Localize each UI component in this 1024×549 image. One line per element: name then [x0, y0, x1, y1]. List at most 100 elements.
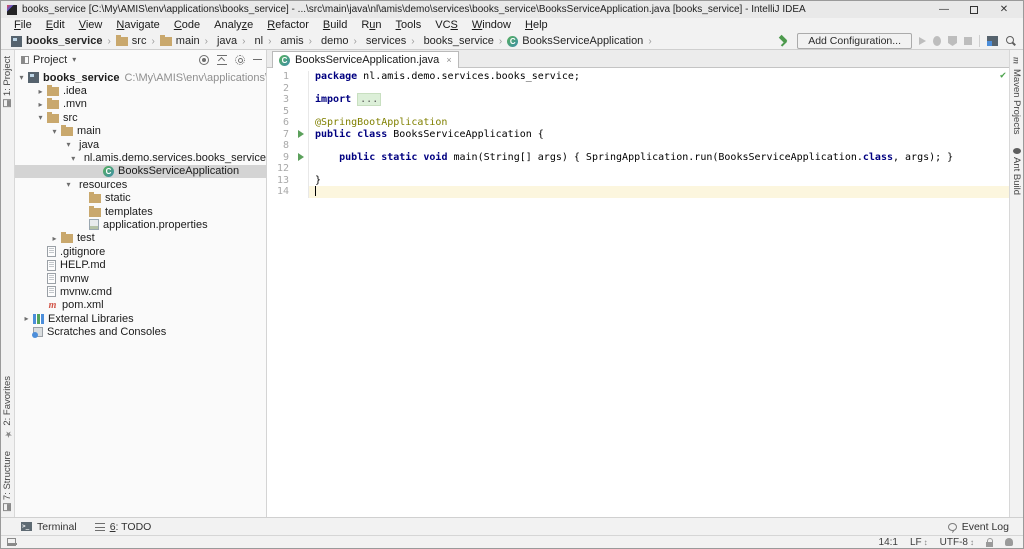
search-everywhere-icon[interactable]	[1005, 35, 1017, 47]
menu-item-navigate[interactable]: Navigate	[109, 18, 166, 33]
folded-code[interactable]: ...	[357, 93, 381, 106]
event-log-button[interactable]: Event Log	[948, 521, 1023, 533]
close-tab-icon[interactable]: ×	[444, 55, 451, 65]
tree-item-main[interactable]: ▾main	[15, 125, 266, 138]
build-hammer-icon[interactable]	[778, 35, 790, 47]
inspection-ok-icon[interactable]: ✔	[1000, 70, 1006, 81]
hide-panel-icon[interactable]	[253, 59, 262, 61]
chevron-down-icon[interactable]: ▾	[48, 127, 61, 136]
tree-item-nl-amis-demo-services-books-service[interactable]: ▾nl.amis.demo.services.books_service	[15, 151, 266, 164]
tree-item-java[interactable]: ▾java	[15, 138, 266, 151]
breadcrumb-java[interactable]: java	[211, 35, 239, 47]
minimize-button[interactable]: —	[929, 2, 959, 18]
tab-title: BooksServiceApplication.java	[295, 54, 439, 66]
settings-gear-icon[interactable]	[235, 55, 245, 65]
run-with-coverage-icon[interactable]	[948, 36, 957, 46]
menu-item-help[interactable]: Help	[518, 18, 555, 33]
tree-item-mvn[interactable]: ▸.mvn	[15, 98, 266, 111]
tree-item-templates[interactable]: templates	[15, 205, 266, 218]
run-gutter[interactable]	[293, 152, 309, 164]
gutter	[293, 186, 309, 198]
tree-item-mvnw[interactable]: mvnw	[15, 272, 266, 285]
toolwindow-button-maven-projects[interactable]: Maven Projects	[1011, 50, 1022, 140]
toolwindow-button-1-project[interactable]: 1: Project	[2, 50, 13, 113]
chevron-down-icon[interactable]: ▾	[62, 180, 75, 189]
tree-item-help-md[interactable]: HELP.md	[15, 258, 266, 271]
tree-item-scratches-and-consoles[interactable]: Scratches and Consoles	[15, 325, 266, 338]
tree-item-pom-xml[interactable]: pom.xml	[15, 299, 266, 312]
breadcrumb-src[interactable]: src	[114, 35, 149, 47]
breadcrumb-books-service[interactable]: books_service	[418, 35, 496, 47]
breadcrumb-services[interactable]: services	[360, 35, 408, 47]
breadcrumb-nl[interactable]: nl	[249, 35, 266, 47]
locate-file-icon[interactable]	[199, 55, 209, 65]
toolwindow-button-ant-build[interactable]: Ant Build	[1011, 140, 1022, 201]
tree-item-test[interactable]: ▸test	[15, 232, 266, 245]
breadcrumb-main[interactable]: main	[158, 35, 202, 47]
run-icon[interactable]	[919, 37, 926, 45]
menu-item-run[interactable]: Run	[354, 18, 388, 33]
breadcrumb-booksserviceapplication[interactable]: BooksServiceApplication	[505, 35, 645, 47]
code-editor[interactable]: ✔ 1package nl.amis.demo.services.books_s…	[267, 68, 1009, 517]
toolwindow-button-terminal[interactable]: Terminal	[21, 521, 77, 533]
menu-item-window[interactable]: Window	[465, 18, 518, 33]
tree-item-src[interactable]: ▾src	[15, 111, 266, 124]
menu-item-code[interactable]: Code	[167, 18, 207, 33]
menu-item-view[interactable]: View	[72, 18, 110, 33]
code-line-6: 6@SpringBootApplication	[267, 117, 1009, 129]
add-configuration-button[interactable]: Add Configuration...	[797, 33, 912, 49]
menu-item-tools[interactable]: Tools	[389, 18, 429, 33]
tree-item-mvnw-cmd[interactable]: mvnw.cmd	[15, 285, 266, 298]
tree-item-application-properties[interactable]: application.properties	[15, 218, 266, 231]
tree-item-label: books_service	[43, 72, 119, 84]
menu-item-file[interactable]: File	[7, 18, 39, 33]
menu-item-vcs[interactable]: VCS	[428, 18, 465, 33]
breadcrumb-label: demo	[321, 35, 349, 47]
tree-item-external-libraries[interactable]: ▸External Libraries	[15, 312, 266, 325]
run-gutter[interactable]	[293, 129, 309, 141]
debug-icon[interactable]	[933, 36, 941, 46]
breadcrumb-demo[interactable]: demo	[315, 35, 351, 47]
tree-item-gitignore[interactable]: .gitignore	[15, 245, 266, 258]
chevron-right-icon[interactable]: ▸	[20, 314, 33, 323]
toolwindow-button-7-structure[interactable]: 7: Structure	[2, 445, 13, 517]
tree-item-books-service[interactable]: ▾books_serviceC:\My\AMIS\env\application…	[15, 71, 266, 84]
project-structure-icon[interactable]	[987, 36, 998, 46]
stop-icon[interactable]	[964, 37, 972, 45]
breadcrumb-amis[interactable]: amis	[274, 35, 305, 47]
menu-item-refactor[interactable]: Refactor	[260, 18, 316, 33]
breadcrumb-books-service[interactable]: books_service	[9, 35, 104, 47]
tree-item-idea[interactable]: ▸.idea	[15, 84, 266, 97]
hector-inspections-icon[interactable]	[1005, 538, 1013, 546]
toolwindow-button-6-todo[interactable]: 6: TODO	[95, 521, 152, 533]
line-separator-selector[interactable]: LF ↕	[910, 537, 928, 548]
chevron-right-icon[interactable]: ▸	[48, 234, 61, 243]
project-panel-title[interactable]: Project	[33, 54, 67, 66]
chevron-right-icon[interactable]: ▸	[34, 100, 47, 109]
maximize-button[interactable]	[959, 2, 989, 18]
tab-booksserviceapplication-java[interactable]: BooksServiceApplication.java ×	[272, 51, 459, 68]
chevron-down-icon[interactable]: ▾	[69, 55, 76, 64]
tree-item-static[interactable]: static	[15, 192, 266, 205]
folder-icon	[160, 37, 172, 46]
tree-item-resources[interactable]: ▾resources	[15, 178, 266, 191]
lock-icon[interactable]	[986, 542, 993, 547]
menu-item-edit[interactable]: Edit	[39, 18, 72, 33]
chevron-down-icon[interactable]: ▾	[62, 140, 75, 149]
close-button[interactable]: ✕	[989, 2, 1019, 18]
toolwindow-button-2-favorites[interactable]: 2: Favorites	[2, 370, 13, 445]
caret-position[interactable]: 14:1	[879, 537, 898, 548]
code-text: public class BooksServiceApplication {	[309, 129, 1009, 141]
collapse-all-icon[interactable]	[217, 55, 227, 65]
menu-item-build[interactable]: Build	[316, 18, 354, 33]
menu-item-analyze[interactable]: Analyze	[207, 18, 260, 33]
chevron-right-icon[interactable]: ▸	[34, 87, 47, 96]
encoding-selector[interactable]: UTF-8 ↕	[940, 537, 974, 548]
chevron-down-icon[interactable]: ▾	[67, 154, 80, 163]
folder-icon	[61, 127, 73, 136]
chevron-down-icon[interactable]: ▾	[15, 73, 28, 82]
tree-item-booksserviceapplication[interactable]: BooksServiceApplication	[15, 165, 266, 178]
class-icon	[103, 166, 114, 177]
chevron-down-icon[interactable]: ▾	[34, 113, 47, 122]
toolwindow-switcher-icon[interactable]	[7, 538, 16, 546]
